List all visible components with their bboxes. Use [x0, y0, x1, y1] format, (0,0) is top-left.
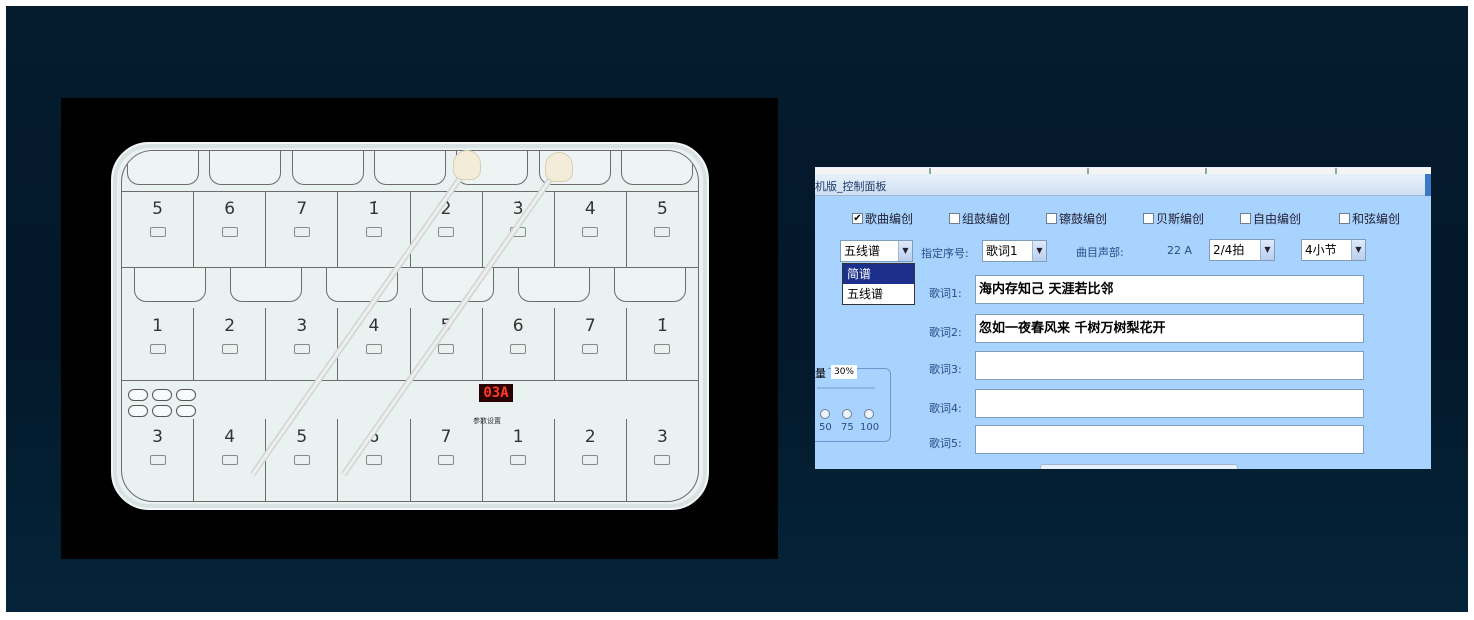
drum-icon	[221, 455, 238, 465]
drum-icon	[510, 455, 527, 465]
drum-icon	[149, 344, 166, 354]
pad-key[interactable]: 5̇	[625, 191, 698, 267]
chevron-down-icon[interactable]: ▼	[1032, 241, 1046, 261]
checkbox-box[interactable]	[949, 213, 960, 224]
volume-radio[interactable]	[864, 409, 874, 419]
checkbox-cymbal[interactable]: 镲鼓编创	[1046, 210, 1107, 227]
lyric-label: 歌词3:	[929, 363, 962, 376]
panel-titlebar: 机版_控制面板	[815, 174, 1431, 196]
pad-key[interactable]: 2	[553, 419, 626, 501]
lyric-input[interactable]: 海内存知己 天涯若比邻	[975, 275, 1364, 304]
checkbox-box[interactable]	[1339, 213, 1350, 224]
product-photo: 5 6 7 1̇ 2̇ 3̇ 4̇ 5̇ 1 2 3 4 5 6 7 1	[61, 98, 778, 559]
checkbox-bass[interactable]: 贝斯编创	[1143, 210, 1204, 227]
pad-key[interactable]: 6	[193, 191, 265, 267]
pad-key[interactable]: 7	[409, 419, 482, 501]
drum-icon	[582, 227, 599, 237]
lyric-label: 歌词5:	[929, 437, 962, 450]
pad-key[interactable]: 2	[193, 308, 265, 380]
mallet-head	[545, 152, 573, 182]
lyric-label: 歌词1:	[929, 287, 962, 300]
checkbox-box[interactable]: ✔	[852, 213, 863, 224]
checkbox-song[interactable]: ✔ 歌曲编创	[852, 210, 913, 227]
drum-icon	[582, 455, 599, 465]
drum-icon	[221, 227, 238, 237]
drum-icon	[293, 344, 310, 354]
bottom-button-edge[interactable]	[1040, 464, 1238, 469]
pad-key[interactable]: 4	[193, 419, 265, 501]
chevron-down-icon[interactable]: ▼	[1351, 240, 1365, 260]
drum-icon	[438, 344, 455, 354]
chevron-down-icon[interactable]: ▼	[898, 241, 912, 261]
dropdown-option[interactable]: 简谱	[843, 264, 914, 284]
pad-key[interactable]: 6	[481, 308, 554, 380]
drum-icon	[654, 344, 671, 354]
checkbox-box[interactable]	[1240, 213, 1251, 224]
voice-label: 曲目声部:	[1076, 246, 1124, 259]
pad-key[interactable]: 7	[265, 191, 337, 267]
triangle-icon	[365, 455, 382, 465]
checkbox-chord[interactable]: 和弦编创	[1339, 210, 1400, 227]
drum-icon	[654, 227, 671, 237]
drum-icon	[149, 227, 166, 237]
lyric-input[interactable]	[975, 351, 1364, 380]
score-type-dropdown: 简谱 五线谱	[842, 263, 915, 305]
score-type-select[interactable]: 五线谱 ▼	[840, 240, 913, 262]
drum-icon	[365, 344, 382, 354]
pad-key[interactable]: 1̇	[337, 191, 409, 267]
seq-label: 指定序号:	[921, 247, 969, 260]
pad-key[interactable]: 3	[122, 419, 193, 501]
mallet-head	[453, 150, 481, 180]
checkbox-box[interactable]	[1046, 213, 1057, 224]
chevron-down-icon[interactable]: ▼	[1260, 240, 1274, 260]
dropdown-option[interactable]: 五线谱	[843, 284, 914, 304]
drum-icon	[654, 455, 671, 465]
drum-icon	[149, 455, 166, 465]
pad-key[interactable]: 4	[337, 308, 409, 380]
pad-key[interactable]: 1	[122, 308, 193, 380]
bars-select[interactable]: 4小节 ▼	[1301, 239, 1366, 261]
volume-slider[interactable]	[817, 387, 875, 389]
drum-icon	[510, 344, 527, 354]
drum-icon	[293, 227, 310, 237]
checkbox-box[interactable]	[1143, 213, 1154, 224]
drum-icon	[438, 455, 455, 465]
checkbox-drum-group[interactable]: 组鼓编创	[949, 210, 1010, 227]
top-key-row: 5 6 7 1̇ 2̇ 3̇ 4̇ 5̇	[122, 191, 698, 267]
drum-icon	[365, 227, 382, 237]
middle-key-row: 1 2 3 4 5 6 7 1̇	[122, 308, 698, 380]
volume-radio[interactable]	[820, 409, 830, 419]
checkbox-free[interactable]: 自由编创	[1240, 210, 1301, 227]
lyric-input[interactable]	[975, 389, 1364, 418]
pad-key[interactable]: 7	[553, 308, 626, 380]
drum-icon	[582, 344, 599, 354]
led-display: 03A	[479, 384, 513, 402]
volume-label: 量	[815, 365, 828, 381]
control-panel: 机版_控制面板 ✔ 歌曲编创 组鼓编创 镲鼓编创 贝斯编创 自由编创 和弦编创 …	[815, 167, 1431, 469]
led-caption: 参数设置	[473, 417, 501, 425]
pad-key[interactable]: 5	[122, 191, 193, 267]
pad-key[interactable]: 5	[265, 419, 337, 501]
volume-radio[interactable]	[842, 409, 852, 419]
drum-icon	[438, 227, 455, 237]
pad-key[interactable]: 1̇	[625, 308, 698, 380]
pad-key[interactable]: 4̇	[553, 191, 626, 267]
voice-value: 22 A	[1167, 244, 1193, 257]
bottom-key-row: 3 4 5 6 7 1 2 3	[122, 419, 698, 501]
lyric-input[interactable]: 忽如一夜春风来 千树万树梨花开	[975, 314, 1364, 343]
drum-icon	[221, 344, 238, 354]
lyric-label: 歌词2:	[929, 326, 962, 339]
volume-value: 30%	[831, 365, 857, 379]
drum-pad-board: 5 6 7 1̇ 2̇ 3̇ 4̇ 5̇ 1 2 3 4 5 6 7 1	[111, 142, 709, 510]
seq-select[interactable]: 歌词1 ▼	[982, 240, 1047, 262]
mode-buttons	[128, 389, 196, 417]
drum-icon	[293, 455, 310, 465]
lyric-input[interactable]	[975, 425, 1364, 454]
scrollbar[interactable]	[1425, 174, 1431, 196]
pad-key[interactable]: 1	[481, 419, 554, 501]
panel-title: 机版_控制面板	[815, 180, 887, 193]
beat-select[interactable]: 2/4拍 ▼	[1209, 239, 1275, 261]
pad-key[interactable]: 3	[625, 419, 698, 501]
lyric-label: 歌词4:	[929, 402, 962, 415]
